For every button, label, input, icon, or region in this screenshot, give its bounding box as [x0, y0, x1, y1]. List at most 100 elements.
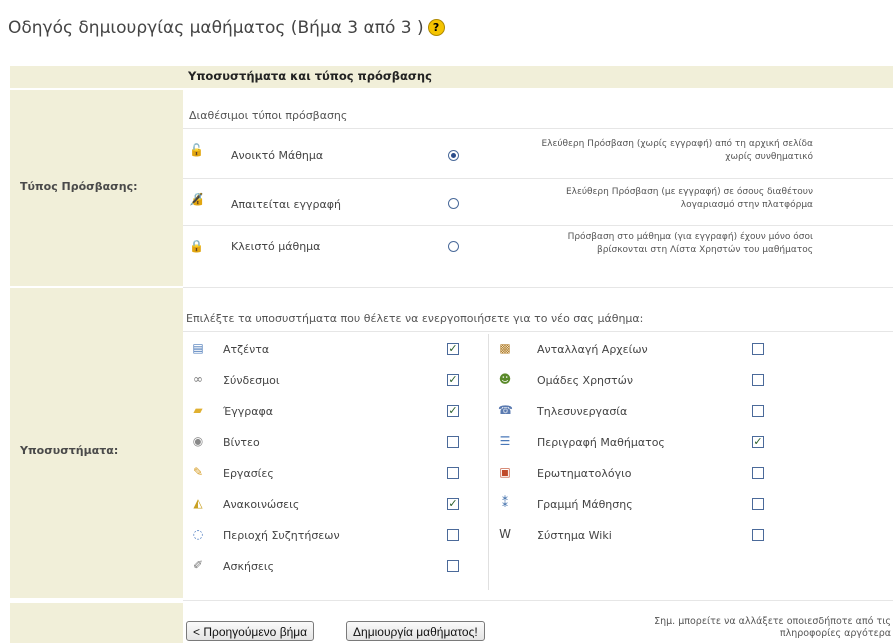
- questionnaire-icon: ▣: [499, 465, 511, 479]
- footer-label-cell: [10, 603, 183, 643]
- open-lock-icon: 🔓: [189, 143, 204, 157]
- access-radio-open[interactable]: [448, 150, 459, 161]
- access-option-name: Απαιτείται εγγραφή: [231, 198, 341, 211]
- footer-note-line: πληροφορίες αργότερα: [779, 628, 891, 639]
- subsystem-checkbox[interactable]: [752, 374, 764, 386]
- subsystem-name: Γραμμή Μάθησης: [537, 498, 633, 511]
- subsystem-checkbox[interactable]: ✓: [447, 405, 459, 417]
- subsystem-name: Περιοχή Συζητήσεων: [223, 529, 340, 542]
- subsystem-name: Σύνδεσμοι: [223, 374, 280, 387]
- subsystem-name: Ερωτηματολόγιο: [537, 467, 632, 480]
- access-label: Τύπος Πρόσβασης:: [20, 180, 138, 193]
- access-option-name: Ανοικτό Μάθημα: [231, 149, 324, 162]
- subsystem-checkbox[interactable]: ✓: [752, 436, 764, 448]
- access-desc-line: βρίσκονται στη Λίστα Χρηστών του μαθήματ…: [597, 245, 813, 255]
- subsystem-name: Έγγραφα: [223, 405, 273, 418]
- documents-icon: ▰: [193, 403, 203, 417]
- subsystem-name: Ομάδες Χρηστών: [537, 374, 633, 387]
- assignments-icon: ✎: [192, 465, 204, 479]
- footer-note: Σημ. μπορείτε να αλλάξετε οποιεσδήποτε α…: [600, 616, 891, 640]
- create-course-button[interactable]: Δημιουργία μαθήματος!: [346, 621, 485, 641]
- file-exchange-icon: ▩: [499, 341, 511, 355]
- subsystem-checkbox[interactable]: [752, 405, 764, 417]
- subsystem-checkbox[interactable]: [752, 498, 764, 510]
- access-option-registration: 🔏 Απαιτείται εγγραφή Ελεύθερη Πρόσβαση (…: [183, 179, 893, 225]
- video-icon: ◉: [192, 434, 204, 448]
- subsystem-row: ✐ Ασκήσεις: [183, 551, 483, 582]
- subsystem-row: ▤ Ατζέντα ✓: [183, 334, 483, 365]
- subsystem-row: ∞ Σύνδεσμοι ✓: [183, 365, 483, 396]
- wiki-icon: W: [499, 527, 511, 541]
- course-description-icon: ☰: [499, 434, 511, 448]
- subsystem-name: Ασκήσεις: [223, 560, 275, 573]
- subsystems-label-cell: [10, 288, 183, 598]
- subsystem-row: ▰ Έγγραφα ✓: [183, 396, 483, 427]
- subsystem-checkbox[interactable]: ✓: [447, 343, 459, 355]
- closed-lock-icon: 🔒: [189, 239, 204, 253]
- subsystem-name: Βίντεο: [223, 436, 260, 449]
- divider: [183, 287, 893, 288]
- subsystem-checkbox[interactable]: ✓: [447, 498, 459, 510]
- subsystem-name: Τηλεσυνεργασία: [537, 405, 628, 418]
- subsystem-checkbox[interactable]: ✓: [447, 374, 459, 386]
- divider: [183, 600, 893, 601]
- subsystem-name: Ανακοινώσεις: [223, 498, 300, 511]
- subsystem-row: ☰ Περιγραφή Μαθήματος ✓: [490, 427, 790, 458]
- subsystems-intro: Επιλέξτε τα υποσυστήματα που θέλετε να ε…: [186, 312, 644, 325]
- user-groups-icon: ☻: [498, 372, 512, 386]
- links-icon: ∞: [193, 372, 203, 386]
- subsystem-checkbox[interactable]: [447, 467, 459, 479]
- subsystem-checkbox[interactable]: [752, 343, 764, 355]
- access-option-closed: 🔒 Κλειστό μάθημα Πρόσβαση στο μάθημα (γι…: [183, 226, 893, 270]
- exercises-icon: ✐: [192, 558, 204, 572]
- subsystem-checkbox[interactable]: [447, 529, 459, 541]
- column-divider: [488, 334, 489, 590]
- teleconference-icon: ☎: [498, 403, 513, 417]
- page-title-text: Οδηγός δημιουργίας μαθήματος (Βήμα 3 από…: [8, 18, 424, 38]
- section-header-row: [10, 66, 893, 88]
- subsystem-row: ⁑ Γραμμή Μάθησης: [490, 489, 790, 520]
- subsystem-row: ☎ Τηλεσυνεργασία: [490, 396, 790, 427]
- subsystem-name: Σύστημα Wiki: [537, 529, 612, 542]
- previous-step-button[interactable]: < Προηγούμενο βήμα: [186, 621, 315, 641]
- access-option-open: 🔓 Ανοικτό Μάθημα Ελεύθερη Πρόσβαση (χωρί…: [183, 129, 893, 177]
- subsystem-name: Περιγραφή Μαθήματος: [537, 436, 665, 449]
- subsystem-name: Ατζέντα: [223, 343, 270, 356]
- announcements-icon: ◭: [193, 496, 203, 510]
- subsystem-row: ◉ Βίντεο: [183, 427, 483, 458]
- subsystem-row: ✎ Εργασίες: [183, 458, 483, 489]
- section-header: Υποσυστήματα και τύπος πρόσβασης: [188, 69, 432, 83]
- subsystems-label: Υποσυστήματα:: [20, 444, 119, 457]
- subsystem-name: Εργασίες: [223, 467, 274, 480]
- divider: [183, 331, 893, 332]
- page-title: Οδηγός δημιουργίας μαθήματος (Βήμα 3 από…: [8, 18, 445, 38]
- subsystem-row: ▣ Ερωτηματολόγιο: [490, 458, 790, 489]
- subsystem-row: ☻ Ομάδες Χρηστών: [490, 365, 790, 396]
- access-option-name: Κλειστό μάθημα: [231, 240, 321, 253]
- subsystem-checkbox[interactable]: [447, 436, 459, 448]
- learning-path-icon: ⁑: [502, 496, 508, 510]
- subsystem-checkbox[interactable]: [447, 560, 459, 572]
- access-desc-line: Ελεύθερη Πρόσβαση (χωρίς εγγραφή) από τη…: [541, 139, 813, 149]
- registration-lock-icon: 🔏: [189, 192, 204, 206]
- access-desc-line: λογαριασμό στην πλατφόρμα: [680, 200, 813, 210]
- subsystem-row: ◭ Ανακοινώσεις ✓: [183, 489, 483, 520]
- access-option-desc: Πρόσβαση στο μάθημα (για εγγραφή) έχουν …: [513, 231, 813, 257]
- subsystem-row: W Σύστημα Wiki: [490, 520, 790, 551]
- subsystem-row: ◌ Περιοχή Συζητήσεων: [183, 520, 483, 551]
- access-radio-registration[interactable]: [448, 198, 459, 209]
- agenda-icon: ▤: [192, 341, 204, 355]
- footer-note-line: Σημ. μπορείτε να αλλάξετε οποιεσδήποτε α…: [654, 616, 891, 627]
- subsystem-name: Ανταλλαγή Αρχείων: [537, 343, 648, 356]
- subsystem-row: ▩ Ανταλλαγή Αρχείων: [490, 334, 790, 365]
- access-option-desc: Ελεύθερη Πρόσβαση (χωρίς εγγραφή) από τη…: [513, 138, 813, 164]
- subsystem-checkbox[interactable]: [752, 467, 764, 479]
- discussion-icon: ◌: [192, 527, 204, 541]
- subsystem-checkbox[interactable]: [752, 529, 764, 541]
- help-icon[interactable]: ?: [427, 19, 445, 36]
- access-radio-closed[interactable]: [448, 241, 459, 252]
- access-desc-line: Ελεύθερη Πρόσβαση (με εγγραφή) σε όσους …: [565, 187, 813, 197]
- access-desc-line: χωρίς συνθηματικό: [725, 152, 813, 162]
- access-option-desc: Ελεύθερη Πρόσβαση (με εγγραφή) σε όσους …: [513, 186, 813, 212]
- access-intro: Διαθέσιμοι τύποι πρόσβασης: [189, 109, 348, 122]
